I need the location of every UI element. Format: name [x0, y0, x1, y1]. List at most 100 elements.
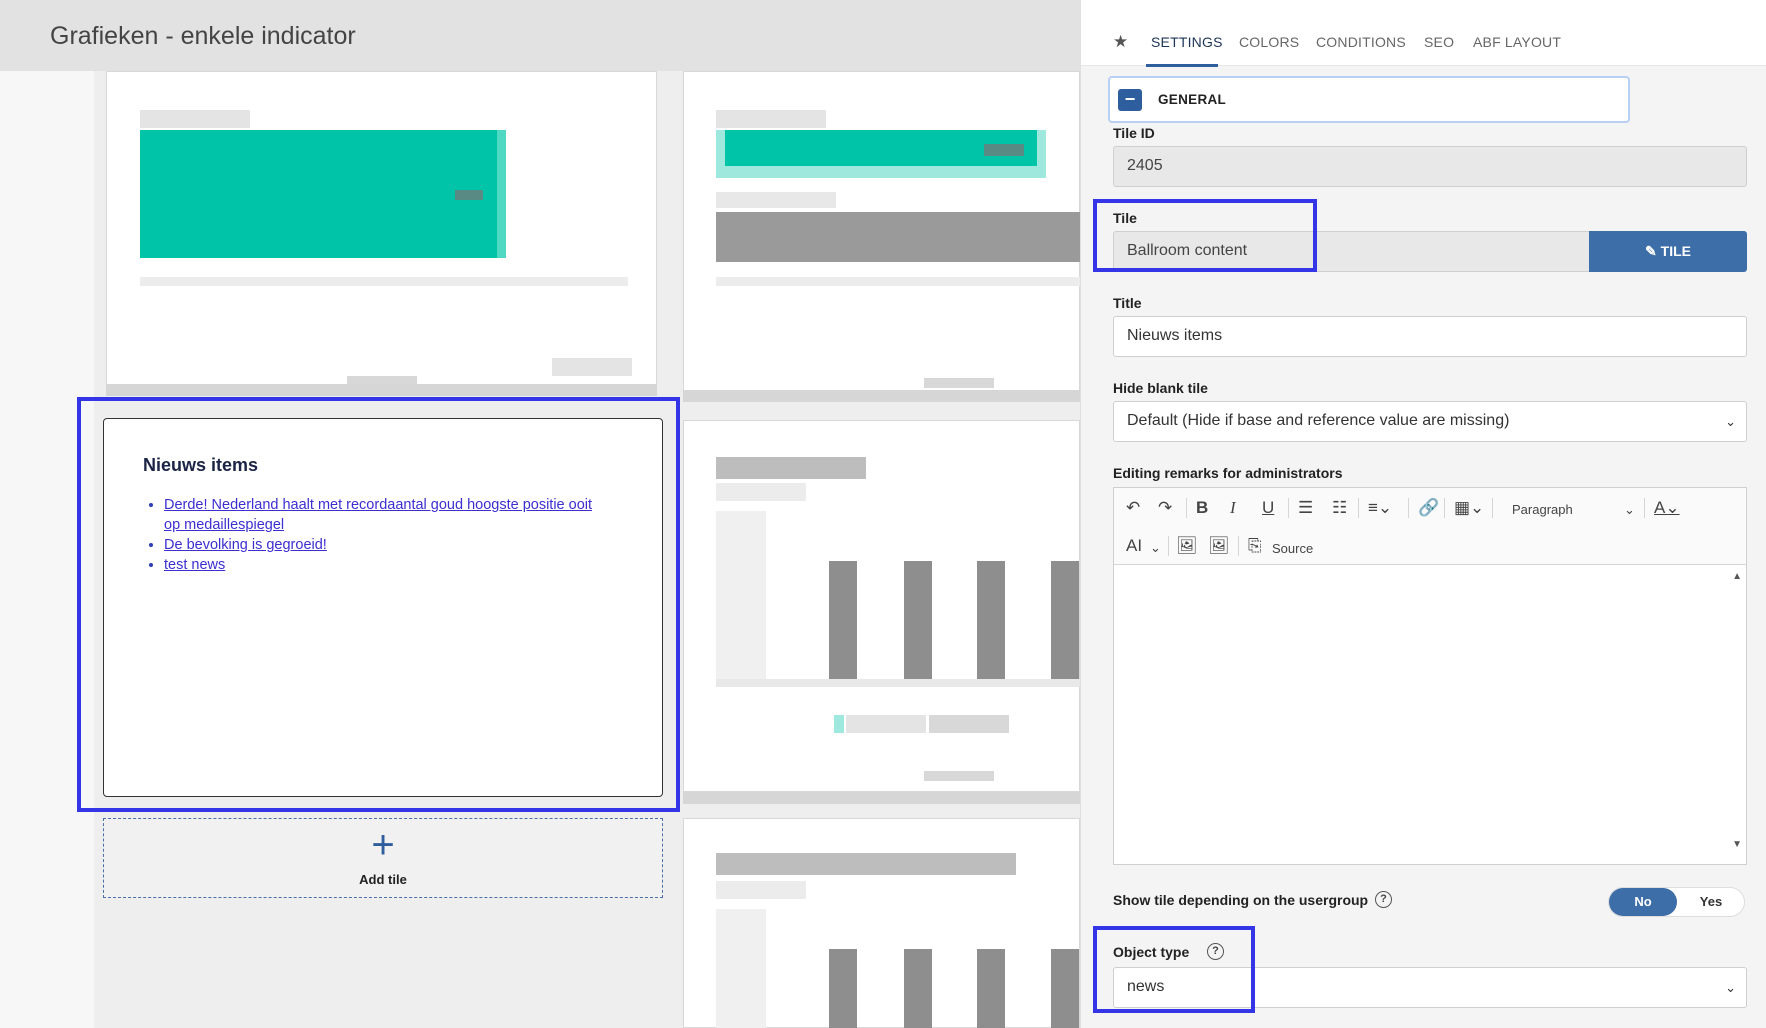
tile-blurred-4[interactable] — [683, 818, 1080, 1028]
add-tile-button[interactable]: + Add tile — [103, 818, 663, 898]
hide-blank-label: Hide blank tile — [1113, 380, 1208, 396]
blurred-axis — [716, 679, 1081, 687]
title-label: Title — [1113, 295, 1142, 311]
tile-blurred-1[interactable] — [106, 71, 657, 387]
source-button[interactable]: Source — [1272, 539, 1313, 559]
toolbar-separator — [1358, 498, 1359, 518]
tile-id-label: Tile ID — [1113, 125, 1155, 141]
blurred-axis-labels — [716, 909, 766, 1028]
toggle-no[interactable]: No — [1609, 888, 1677, 916]
legend-swatch — [834, 715, 844, 733]
insert-image-icon[interactable]: 🖼 — [1176, 536, 1198, 556]
tile-shadow — [683, 792, 1080, 804]
usergroup-toggle: No Yes — [1608, 887, 1745, 917]
toolbar-separator — [1444, 498, 1445, 518]
toolbar-separator — [1492, 498, 1493, 518]
chart-bar — [904, 949, 932, 1028]
remarks-label: Editing remarks for administrators — [1113, 465, 1343, 481]
blurred-axis — [140, 277, 628, 286]
editor-content-area[interactable]: ▲ ▼ — [1114, 565, 1746, 864]
blurred-title — [716, 457, 866, 479]
blurred-footer — [924, 771, 994, 781]
help-icon[interactable]: ? — [1375, 891, 1392, 908]
remarks-editor[interactable]: ↶ ↷ B I U ☰ ☷ ≡⌄ 🔗 ▦⌄ Paragraph ⌄ A⌄ AI … — [1113, 487, 1747, 865]
tab-settings[interactable]: SETTINGS — [1151, 34, 1223, 50]
blurred-label-2 — [716, 192, 836, 208]
bullet-list-icon[interactable]: ☰ — [1298, 498, 1313, 518]
page-header: Grafieken - enkele indicator — [0, 0, 1080, 71]
hide-blank-select[interactable]: Default (Hide if base and reference valu… — [1113, 401, 1747, 442]
scroll-down-icon[interactable]: ▼ — [1732, 839, 1742, 850]
toolbar-separator — [1408, 498, 1409, 518]
italic-icon[interactable]: I — [1230, 498, 1236, 518]
teal-bar-edge — [497, 130, 506, 258]
usergroup-label: Show tile depending on the usergroup — [1113, 892, 1369, 908]
tab-seo[interactable]: SEO — [1424, 34, 1454, 50]
chart-bar — [904, 561, 932, 679]
underline-icon[interactable]: U — [1262, 498, 1274, 518]
tab-bar: ★ SETTINGS COLORS CONDITIONS SEO ABF LAY… — [1081, 0, 1766, 67]
toolbar-separator — [1168, 536, 1169, 556]
hide-blank-value: Default (Hide if base and reference valu… — [1127, 412, 1510, 429]
chart-bar — [829, 949, 857, 1028]
tile-blurred-2[interactable] — [683, 71, 1081, 393]
align-icon[interactable]: ≡⌄ — [1368, 498, 1392, 518]
toggle-yes[interactable]: Yes — [1677, 888, 1745, 916]
blurred-axis-labels — [716, 511, 766, 681]
blurred-value — [984, 144, 1024, 156]
blurred-title — [716, 853, 1016, 875]
gray-bar — [716, 212, 1081, 262]
tab-abf-layout[interactable]: ABF LAYOUT — [1473, 34, 1561, 50]
star-icon[interactable]: ★ — [1113, 32, 1128, 52]
numbered-list-icon[interactable]: ☷ — [1332, 498, 1347, 518]
table-icon[interactable]: ▦⌄ — [1454, 498, 1484, 518]
font-color-icon[interactable]: A⌄ — [1654, 498, 1680, 518]
tile-button[interactable]: ✎ TILE — [1589, 231, 1747, 272]
blurred-footer — [924, 378, 994, 388]
blurred-label — [716, 110, 826, 128]
paragraph-dropdown[interactable]: Paragraph — [1512, 500, 1573, 520]
link-icon[interactable]: 🔗 — [1418, 498, 1439, 518]
image-settings-icon[interactable]: 🖼 — [1208, 536, 1230, 556]
toolbar-separator — [1186, 498, 1187, 518]
tile-shadow — [106, 384, 657, 396]
page-title: Grafieken - enkele indicator — [50, 22, 356, 50]
chevron-down-icon: ⌄ — [1725, 414, 1736, 429]
toolbar-separator — [1644, 498, 1645, 518]
add-tile-label: Add tile — [359, 872, 407, 887]
bold-icon[interactable]: B — [1196, 498, 1208, 518]
chart-bar — [1051, 949, 1079, 1028]
redo-icon[interactable]: ↷ — [1158, 498, 1172, 518]
tab-colors[interactable]: COLORS — [1239, 34, 1299, 50]
blurred-legend — [929, 715, 1009, 733]
chevron-down-icon: ⌄ — [1150, 540, 1161, 555]
active-tab-indicator — [1146, 64, 1218, 67]
section-general[interactable]: − GENERAL — [1108, 76, 1630, 123]
blurred-label — [716, 483, 806, 501]
blurred-axis — [716, 277, 1081, 286]
blurred-label — [140, 110, 250, 128]
scroll-up-icon[interactable]: ▲ — [1732, 571, 1742, 582]
title-input[interactable]: Nieuws items — [1113, 316, 1747, 357]
chart-bar — [977, 561, 1005, 679]
collapse-icon[interactable]: − — [1118, 89, 1142, 111]
tile-blurred-3[interactable] — [683, 420, 1081, 792]
tile-button-label: TILE — [1660, 243, 1691, 259]
source-icon[interactable]: ⎘ — [1248, 536, 1262, 556]
ai-assistant-icon[interactable]: AI — [1126, 536, 1142, 556]
news-tile-highlight — [77, 397, 680, 812]
blurred-legend — [846, 715, 926, 733]
chevron-down-icon: ⌄ — [1725, 980, 1736, 995]
tile-id-field: 2405 — [1113, 146, 1747, 187]
blurred-value — [455, 190, 483, 200]
chart-bar — [977, 949, 1005, 1028]
settings-panel: ★ SETTINGS COLORS CONDITIONS SEO ABF LAY… — [1080, 0, 1766, 1028]
chevron-down-icon: ⌄ — [1624, 502, 1635, 517]
chart-bar — [829, 561, 857, 679]
plus-icon: + — [371, 823, 395, 867]
editor-toolbar: ↶ ↷ B I U ☰ ☷ ≡⌄ 🔗 ▦⌄ Paragraph ⌄ A⌄ AI … — [1114, 488, 1746, 565]
tab-conditions[interactable]: CONDITIONS — [1316, 34, 1406, 50]
undo-icon[interactable]: ↶ — [1126, 498, 1140, 518]
chart-bar — [1051, 561, 1079, 679]
tile-shadow — [683, 390, 1080, 402]
